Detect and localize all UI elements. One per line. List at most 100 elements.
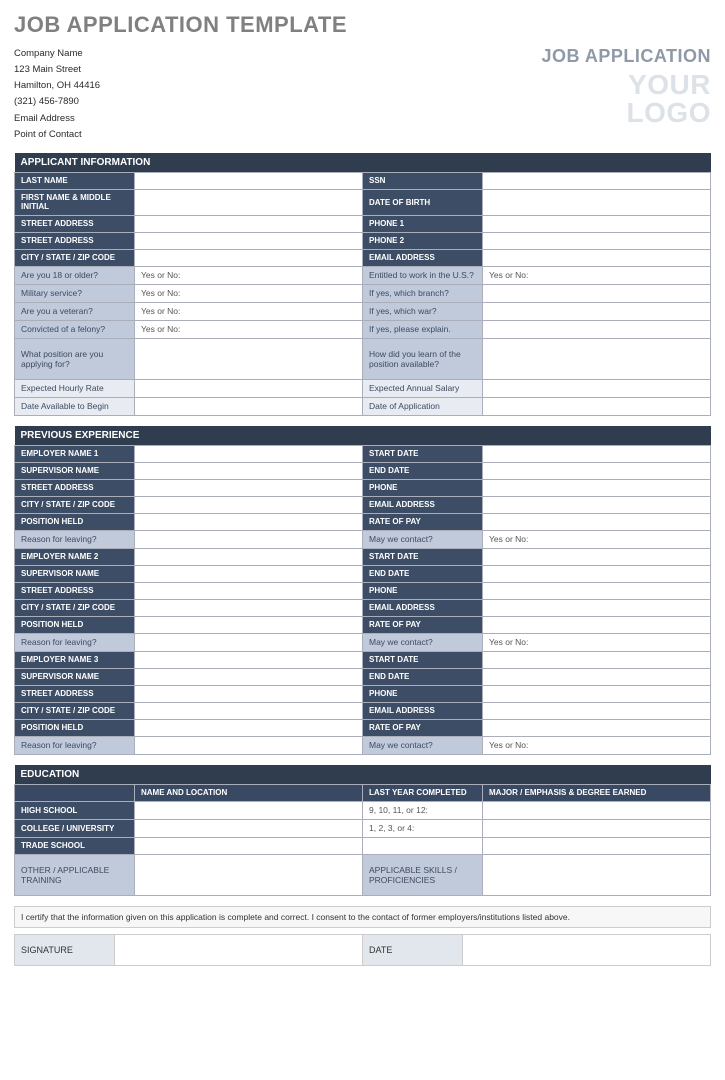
input-sig-date[interactable] [463,934,711,965]
input-emp1-start[interactable] [483,445,711,462]
label-street-2: STREET ADDRESS [15,232,135,249]
label-emp3-name: EMPLOYER NAME 3 [15,651,135,668]
input-emp1-reason[interactable] [135,530,363,548]
input-emp1-name[interactable] [135,445,363,462]
input-emp3-csz[interactable] [135,702,363,719]
input-trade-year[interactable] [363,837,483,854]
input-emp3-email[interactable] [483,702,711,719]
input-emp3-contact[interactable]: Yes or No: [483,736,711,754]
input-other-training[interactable] [135,854,363,895]
input-emp3-reason[interactable] [135,736,363,754]
input-date-app[interactable] [483,397,711,415]
input-phone-2[interactable] [483,232,711,249]
label-emp3-street: STREET ADDRESS [15,685,135,702]
input-hs-name[interactable] [135,801,363,819]
input-emp1-street[interactable] [135,479,363,496]
company-email: Email Address [14,111,100,127]
input-emp3-start[interactable] [483,651,711,668]
input-emp3-super[interactable] [135,668,363,685]
input-q-work-us[interactable]: Yes or No: [483,266,711,284]
input-street-2[interactable] [135,232,363,249]
input-col-name[interactable] [135,819,363,837]
label-emp1-contact: May we contact? [363,530,483,548]
input-csz[interactable] [135,249,363,266]
label-skills: APPLICABLE SKILLS / PROFICIENCIES [363,854,483,895]
input-hs-year[interactable]: 9, 10, 11, or 12: [363,801,483,819]
edu-col-name: NAME AND LOCATION [135,784,363,801]
input-emp1-rate[interactable] [483,513,711,530]
label-emp2-name: EMPLOYER NAME 2 [15,548,135,565]
label-trade: TRADE SCHOOL [15,837,135,854]
input-salary[interactable] [483,379,711,397]
input-col-major[interactable] [483,819,711,837]
company-phone: (321) 456-7890 [14,94,100,110]
input-emp2-pos[interactable] [135,616,363,633]
label-ssn: SSN [363,172,483,189]
input-emp3-street[interactable] [135,685,363,702]
label-last-name: LAST NAME [15,172,135,189]
input-dob[interactable] [483,189,711,215]
signature-table: SIGNATUREDATE [14,934,711,966]
label-date-app: Date of Application [363,397,483,415]
input-emp1-super[interactable] [135,462,363,479]
input-trade-major[interactable] [483,837,711,854]
label-emp1-csz: CITY / STATE / ZIP CODE [15,496,135,513]
input-signature[interactable] [115,934,363,965]
input-emp1-email[interactable] [483,496,711,513]
input-emp3-name[interactable] [135,651,363,668]
input-emp2-end[interactable] [483,565,711,582]
label-emp2-super: SUPERVISOR NAME [15,565,135,582]
input-q-explain[interactable] [483,320,711,338]
input-q-veteran[interactable]: Yes or No: [135,302,363,320]
input-emp2-name[interactable] [135,548,363,565]
input-q-branch[interactable] [483,284,711,302]
input-q-18[interactable]: Yes or No: [135,266,363,284]
input-emp3-rate[interactable] [483,719,711,736]
certification-text: I certify that the information given on … [15,906,711,927]
input-first-name[interactable] [135,189,363,215]
input-emp3-end[interactable] [483,668,711,685]
input-q-war[interactable] [483,302,711,320]
input-q-learn[interactable] [483,338,711,379]
input-ssn[interactable] [483,172,711,189]
input-emp2-reason[interactable] [135,633,363,651]
input-q-felony[interactable]: Yes or No: [135,320,363,338]
input-emp1-pos[interactable] [135,513,363,530]
input-hourly[interactable] [135,379,363,397]
label-emp2-csz: CITY / STATE / ZIP CODE [15,599,135,616]
input-emp3-pos[interactable] [135,719,363,736]
input-emp2-super[interactable] [135,565,363,582]
input-q-position[interactable] [135,338,363,379]
input-trade-name[interactable] [135,837,363,854]
label-emp2-email: EMAIL ADDRESS [363,599,483,616]
input-street-1[interactable] [135,215,363,232]
input-last-name[interactable] [135,172,363,189]
input-emp2-phone[interactable] [483,582,711,599]
input-emp2-csz[interactable] [135,599,363,616]
input-emp1-contact[interactable]: Yes or No: [483,530,711,548]
label-emp1-email: EMAIL ADDRESS [363,496,483,513]
input-date-avail[interactable] [135,397,363,415]
input-emp2-start[interactable] [483,548,711,565]
input-emp2-street[interactable] [135,582,363,599]
input-q-military[interactable]: Yes or No: [135,284,363,302]
label-salary: Expected Annual Salary [363,379,483,397]
input-emp1-end[interactable] [483,462,711,479]
label-emp3-rate: RATE OF PAY [363,719,483,736]
company-contact: Point of Contact [14,127,100,143]
input-skills[interactable] [483,854,711,895]
input-emp3-phone[interactable] [483,685,711,702]
input-emp2-contact[interactable]: Yes or No: [483,633,711,651]
label-emp1-super: SUPERVISOR NAME [15,462,135,479]
input-hs-major[interactable] [483,801,711,819]
input-email[interactable] [483,249,711,266]
input-emp2-rate[interactable] [483,616,711,633]
label-emp3-start: START DATE [363,651,483,668]
input-emp1-phone[interactable] [483,479,711,496]
label-phone-1: PHONE 1 [363,215,483,232]
input-col-year[interactable]: 1, 2, 3, or 4: [363,819,483,837]
input-emp2-email[interactable] [483,599,711,616]
section-applicant-header: APPLICANT INFORMATION [15,153,711,173]
input-emp1-csz[interactable] [135,496,363,513]
input-phone-1[interactable] [483,215,711,232]
